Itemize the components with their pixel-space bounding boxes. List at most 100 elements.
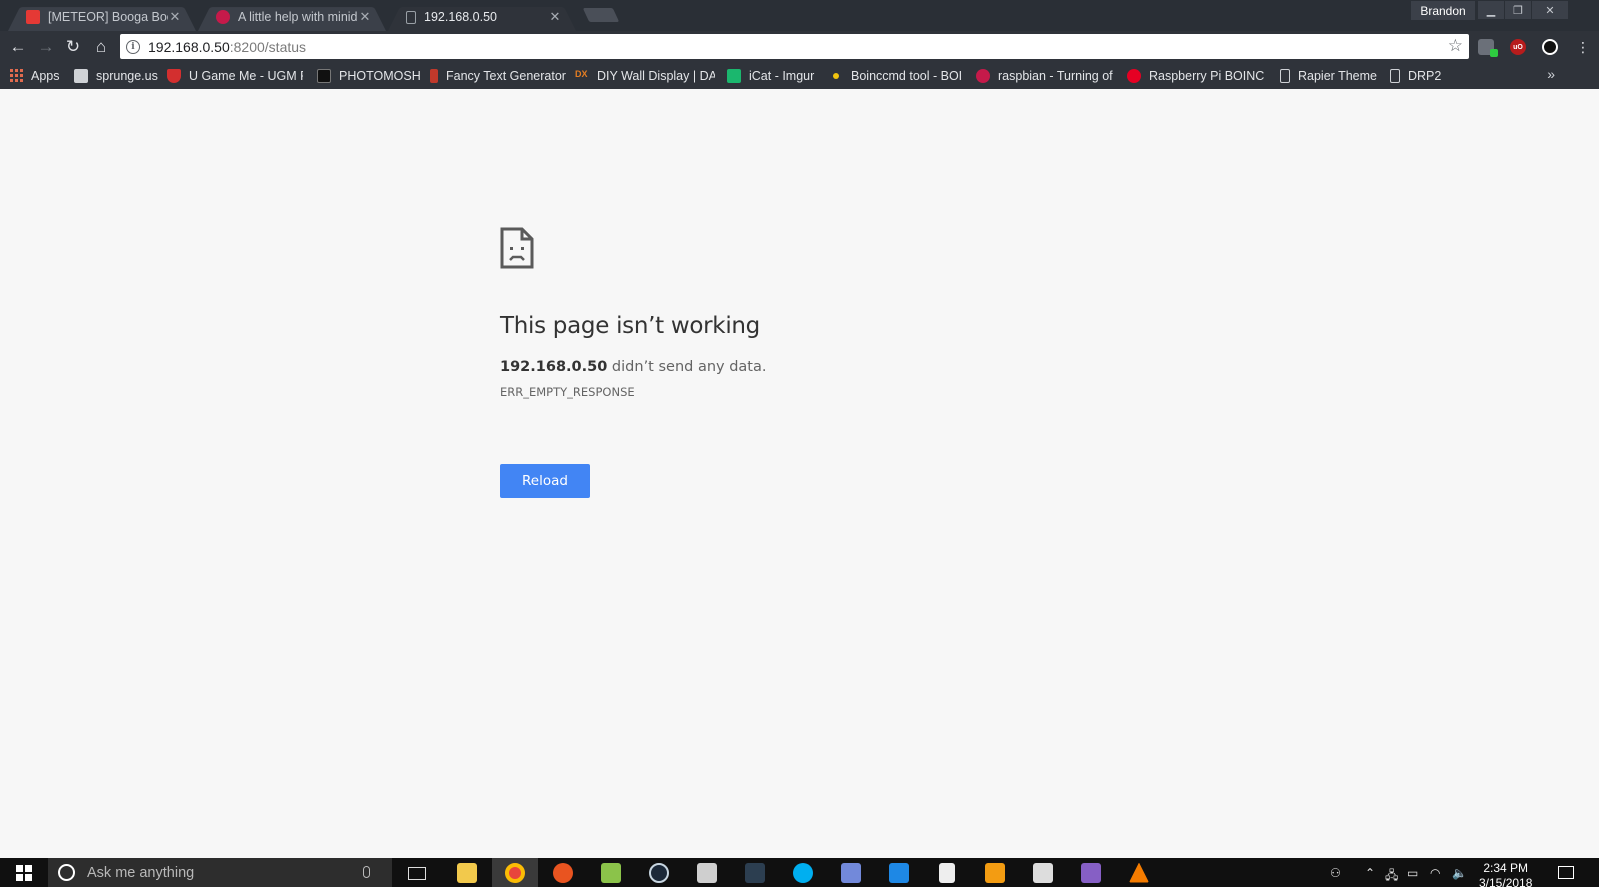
bookmark-raspbian[interactable]: raspbian - Turning of <box>976 67 1115 84</box>
ugm-icon <box>167 68 181 83</box>
tab-meteor[interactable]: [METEOR] Booga Booga ✕ <box>8 3 196 31</box>
bookmark-label: sprunge.us <box>96 68 158 83</box>
bookmark-label: iCat - Imgur <box>749 68 815 83</box>
search-placeholder: Ask me anything <box>87 864 195 881</box>
cortana-search-box[interactable]: Ask me anything <box>48 858 392 887</box>
bookmark-raspberry-pi-boinc[interactable]: Raspberry Pi BOINC T <box>1127 67 1267 84</box>
bookmark-icat-imgur[interactable]: iCat - Imgur <box>727 67 827 84</box>
page-icon <box>406 10 416 24</box>
bookmark-label: PHOTOMOSH <box>339 68 421 83</box>
error-host: 192.168.0.50 <box>500 359 608 375</box>
restore-button[interactable]: ❐ <box>1505 1 1531 19</box>
bookmark-label: Boinccmd tool - BOIN <box>851 68 963 83</box>
bookmark-drp2[interactable]: DRP2 <box>1390 67 1450 84</box>
close-icon[interactable]: ✕ <box>548 9 562 25</box>
close-icon[interactable]: ✕ <box>168 9 182 25</box>
roblox-icon <box>26 10 40 24</box>
minimize-button[interactable]: ▁ <box>1478 1 1504 19</box>
tab-active-192[interactable]: 192.168.0.50 ✕ <box>388 3 576 31</box>
info-icon[interactable]: i <box>126 39 140 54</box>
bookmark-label: Rapier Theme <box>1298 68 1377 83</box>
visual-studio-icon[interactable] <box>1068 858 1114 887</box>
error-title: This page isn’t working <box>500 313 760 339</box>
extension-dark-icon[interactable] <box>1542 39 1558 55</box>
windows-start-icon[interactable] <box>16 865 32 881</box>
bookmark-label: U Game Me - UGM Fr <box>189 68 303 83</box>
url-host: 192.168.0.50 <box>148 38 230 55</box>
raspberry-icon <box>216 10 230 24</box>
raspberry-icon <box>976 68 990 83</box>
taskbar: Ask me anything ⚇ ⌃ 🖧 ▭ ◠ 🔈 2:34 PM 3/15… <box>0 858 1599 887</box>
notepad-plus-icon[interactable] <box>588 858 634 887</box>
cortana-icon <box>58 864 75 881</box>
ublock-icon[interactable]: uO <box>1510 39 1526 55</box>
action-center-icon[interactable] <box>1558 866 1574 879</box>
close-window-button[interactable]: ✕ <box>1532 1 1568 19</box>
sad-page-icon <box>500 227 534 269</box>
bookmark-ugm[interactable]: U Game Me - UGM Fr <box>167 67 303 84</box>
calculator-icon[interactable] <box>1020 858 1066 887</box>
bookmark-photomosh[interactable]: PHOTOMOSH <box>317 67 423 84</box>
clock-time: 2:34 PM <box>1483 861 1529 875</box>
system-clock[interactable]: 2:34 PM 3/15/2018 <box>1479 861 1532 887</box>
fancy-text-icon <box>430 68 438 83</box>
error-code: ERR_EMPTY_RESPONSE <box>500 385 635 399</box>
chevron-up-icon[interactable]: ⌃ <box>1365 866 1375 880</box>
steam-icon[interactable] <box>636 858 682 887</box>
bookmark-fancy-text[interactable]: Fancy Text Generator <box>430 67 566 84</box>
menu-kebab-icon[interactable]: ⋮ <box>1572 36 1594 58</box>
bookmark-label: Fancy Text Generator <box>446 68 566 83</box>
photomosh-icon <box>317 68 331 83</box>
document-icon[interactable] <box>924 858 970 887</box>
toolbar: ← → ↻ ⌂ i 192.168.0.50:8200/status ☆ uO … <box>0 31 1599 62</box>
new-tab-button[interactable] <box>582 8 620 22</box>
vlc-icon[interactable] <box>1116 858 1162 887</box>
bookmark-label: DIY Wall Display | DA <box>597 68 715 83</box>
tab-title: A little help with minidlna <box>238 10 358 24</box>
file-explorer-icon[interactable] <box>444 858 490 887</box>
reload-icon[interactable]: ↻ <box>62 36 84 58</box>
ubuntu-icon[interactable] <box>540 858 586 887</box>
title-bar: [METEOR] Booga Booga ✕ A little help wit… <box>0 0 1599 31</box>
bookmark-diy-wall-display[interactable]: DX DIY Wall Display | DA <box>575 67 715 84</box>
epic-icon[interactable] <box>972 858 1018 887</box>
profile-button[interactable]: Brandon <box>1411 1 1475 20</box>
bookmark-label: raspbian - Turning of <box>998 68 1113 83</box>
discord-icon[interactable] <box>828 858 874 887</box>
address-bar[interactable]: i 192.168.0.50:8200/status ☆ <box>120 34 1469 59</box>
bookmark-label: Raspberry Pi BOINC T <box>1149 68 1267 83</box>
pinterest-icon <box>1127 68 1141 83</box>
bookmark-boinccmd[interactable]: Boinccmd tool - BOIN <box>829 67 963 84</box>
page-icon <box>74 68 88 83</box>
people-icon[interactable]: ⚇ <box>1330 866 1341 880</box>
home-icon[interactable]: ⌂ <box>90 36 112 58</box>
bookmark-rapier-theme[interactable]: Rapier Theme <box>1280 67 1380 84</box>
remote-desktop-icon[interactable] <box>876 858 922 887</box>
tab-minidlna[interactable]: A little help with minidlna ✕ <box>198 3 386 31</box>
error-message: didn’t send any data. <box>607 359 767 375</box>
task-view-icon[interactable] <box>408 867 426 880</box>
bookmark-sprunge[interactable]: sprunge.us <box>74 67 160 84</box>
battery-icon[interactable]: ▭ <box>1407 866 1418 880</box>
bookmark-apps[interactable]: Apps <box>10 67 60 84</box>
reload-button[interactable]: Reload <box>500 464 590 498</box>
error-description: 192.168.0.50 didn’t send any data. <box>500 359 766 375</box>
screen-icon[interactable] <box>732 858 778 887</box>
page-content: This page isn’t working 192.168.0.50 did… <box>0 89 1599 858</box>
back-button[interactable]: ← <box>7 36 29 58</box>
close-icon[interactable]: ✕ <box>358 9 372 25</box>
volume-icon[interactable]: 🔈 <box>1452 866 1467 880</box>
microphone-icon[interactable] <box>363 866 370 878</box>
bookmark-star-icon[interactable]: ☆ <box>1448 36 1463 56</box>
chrome-icon[interactable] <box>492 858 538 887</box>
clock-date: 3/15/2018 <box>1479 876 1533 887</box>
network-icon[interactable]: 🖧 <box>1385 866 1398 887</box>
tab-title: [METEOR] Booga Booga <box>48 10 168 24</box>
forward-button[interactable]: → <box>35 36 57 58</box>
more-bookmarks-button[interactable]: » <box>1547 66 1555 82</box>
tab-title: 192.168.0.50 <box>424 10 497 24</box>
keepass-icon[interactable] <box>684 858 730 887</box>
wifi-icon[interactable]: ◠ <box>1430 866 1440 880</box>
bookmark-label: Apps <box>31 68 60 83</box>
skype-icon[interactable] <box>780 858 826 887</box>
